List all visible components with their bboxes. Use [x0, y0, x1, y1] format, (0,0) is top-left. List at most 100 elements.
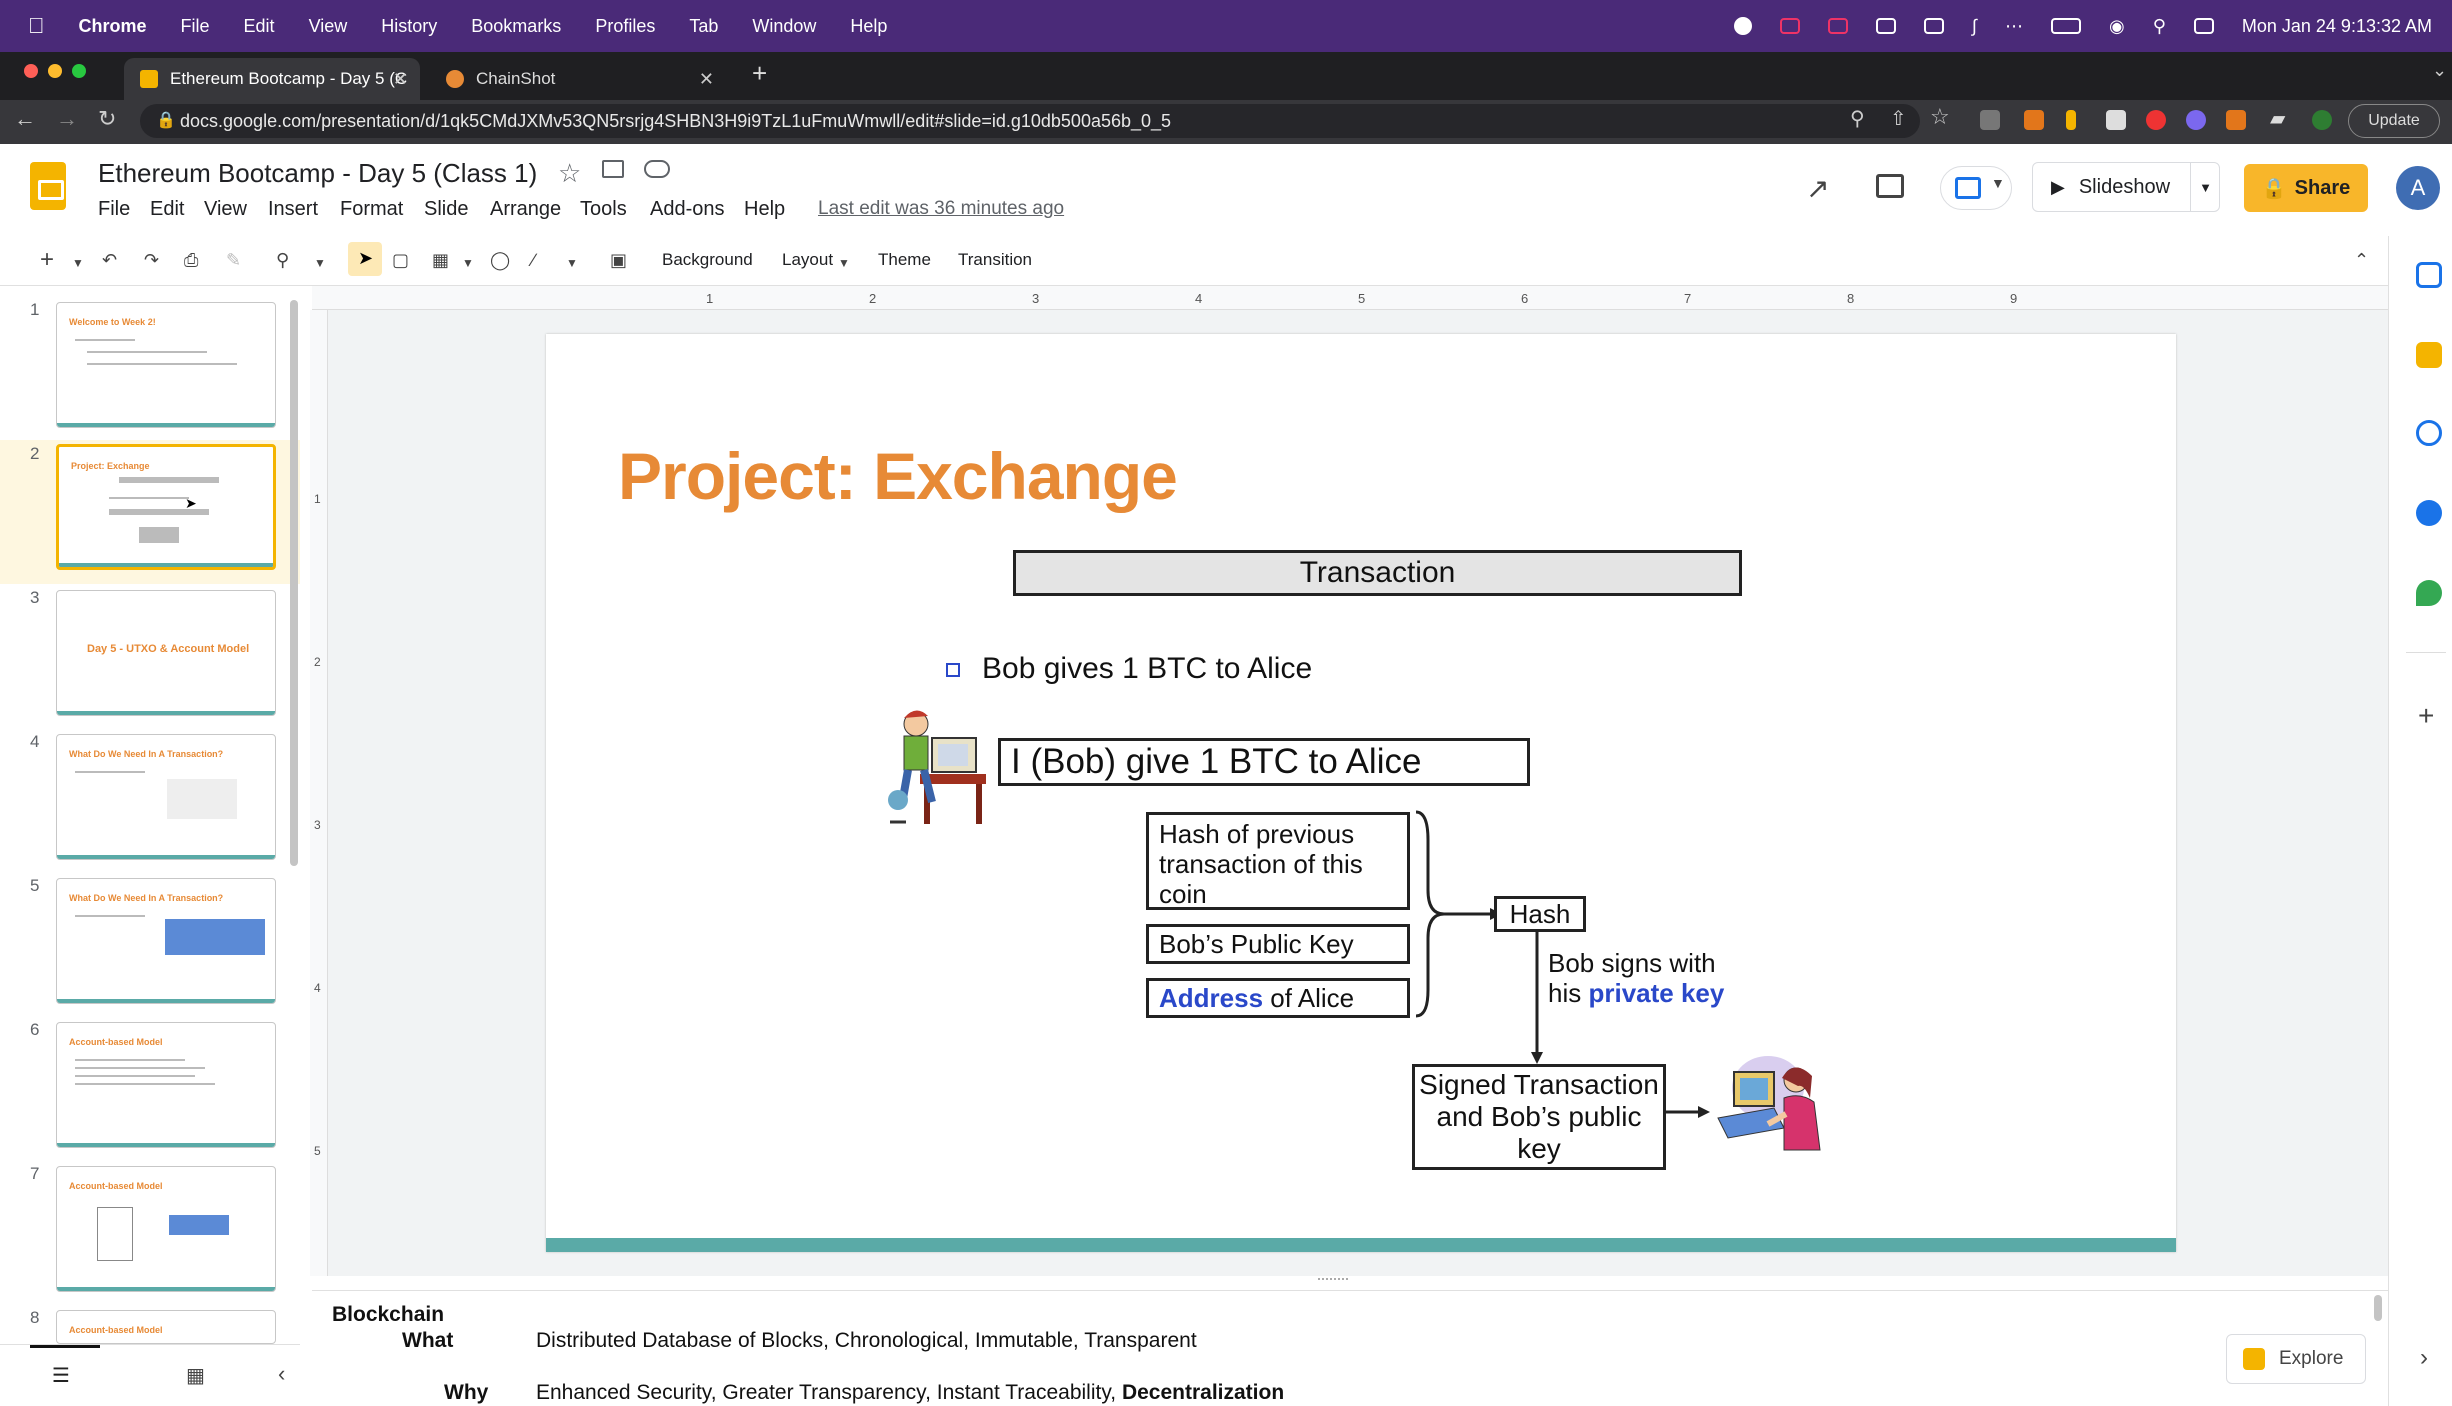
- bob-computer-clipart[interactable]: [880, 704, 990, 826]
- activity-icon[interactable]: ↗: [1806, 172, 1829, 205]
- profile-icon[interactable]: [2312, 110, 2332, 130]
- hash-previous-box[interactable]: Hash of previous transaction of this coi…: [1146, 812, 1410, 910]
- menu-edit[interactable]: Edit: [150, 198, 184, 221]
- wifi-icon[interactable]: ◉: [2109, 16, 2125, 37]
- filmstrip-view-icon[interactable]: ☰: [52, 1363, 70, 1388]
- tab-slides[interactable]: Ethereum Bootcamp - Day 5 (C ✕: [124, 58, 420, 100]
- screen-icon[interactable]: [1828, 18, 1849, 34]
- collapse-panel-icon[interactable]: ‹: [278, 1361, 285, 1387]
- extension-orange-icon[interactable]: [2226, 110, 2246, 130]
- metamask-icon[interactable]: [2024, 110, 2044, 130]
- close-tab-icon[interactable]: ✕: [699, 69, 714, 90]
- bookmark-star-icon[interactable]: ☆: [1930, 104, 1950, 130]
- dots-icon[interactable]: ⋯: [2005, 16, 2023, 37]
- cloud-status-icon[interactable]: [644, 160, 670, 178]
- clock[interactable]: Mon Jan 24 9:13:32 AM: [2242, 16, 2432, 37]
- bob-statement-box[interactable]: I (Bob) give 1 BTC to Alice: [998, 738, 1530, 786]
- url-input[interactable]: 🔒 docs.google.com/presentation/d/1qk5CMd…: [140, 104, 1920, 138]
- bluetooth-icon[interactable]: ∫: [1972, 16, 1977, 37]
- slides-logo-icon[interactable]: [30, 162, 66, 210]
- slide-thumbnail[interactable]: Account-based Model: [56, 1310, 276, 1344]
- layout-chevron-icon[interactable]: ▼: [838, 256, 850, 270]
- zoom-icon[interactable]: ⚲: [1850, 106, 1865, 131]
- horizontal-ruler[interactable]: [312, 286, 2388, 310]
- menu-view[interactable]: View: [204, 198, 247, 221]
- comments-icon[interactable]: [1876, 174, 1904, 198]
- share-button[interactable]: 🔒 Share: [2244, 164, 2368, 212]
- image-chevron-icon[interactable]: ▼: [462, 256, 474, 270]
- theme-button[interactable]: Theme: [878, 250, 931, 270]
- slide-thumbnail[interactable]: What Do We Need In A Transaction?: [56, 734, 276, 860]
- layout-button[interactable]: Layout: [782, 250, 833, 270]
- slideshow-button[interactable]: ▶ Slideshow ▼: [2032, 162, 2220, 212]
- forward-icon[interactable]: →: [56, 106, 78, 132]
- line-chevron-icon[interactable]: ▼: [566, 256, 578, 270]
- close-tab-icon[interactable]: ✕: [393, 69, 408, 90]
- contacts-icon[interactable]: [2416, 500, 2442, 526]
- image-icon[interactable]: ▦: [432, 250, 449, 271]
- close-window-button[interactable]: [24, 64, 38, 78]
- menu-insert[interactable]: Insert: [268, 198, 318, 221]
- extension-block-icon[interactable]: [2106, 110, 2126, 130]
- menu-format[interactable]: Format: [340, 198, 403, 221]
- textbox-icon[interactable]: ▢: [392, 250, 409, 271]
- menu-file[interactable]: File: [181, 16, 210, 37]
- slide-thumbnail[interactable]: Account-based Model: [56, 1166, 276, 1292]
- calendar-icon[interactable]: [1780, 18, 1801, 34]
- menu-tools[interactable]: Tools: [580, 198, 627, 221]
- shape-icon[interactable]: ◯: [490, 250, 510, 271]
- calendar-icon[interactable]: [2416, 262, 2442, 288]
- reload-icon[interactable]: ↻: [98, 106, 116, 132]
- add-addon-icon[interactable]: +: [2418, 700, 2434, 732]
- bob-signs-text[interactable]: Bob signs with his private key: [1548, 948, 1724, 1008]
- speaker-notes[interactable]: Blockchain What Distributed Database of …: [312, 1290, 2388, 1406]
- public-key-box[interactable]: Bob’s Public Key: [1146, 924, 1410, 964]
- slide[interactable]: Project: Exchange Transaction Bob gives …: [546, 334, 2176, 1252]
- paint-format-icon[interactable]: ✎: [226, 250, 241, 271]
- slide-thumbnail[interactable]: Welcome to Week 2!: [56, 302, 276, 428]
- battery-icon[interactable]: [2050, 18, 2081, 34]
- maximize-window-button[interactable]: [72, 64, 86, 78]
- menu-edit[interactable]: Edit: [244, 16, 275, 37]
- menu-profiles[interactable]: Profiles: [595, 16, 655, 37]
- comment-add-icon[interactable]: ▣: [610, 250, 627, 271]
- expand-side-panel-icon[interactable]: ›: [2420, 1344, 2428, 1372]
- tasks-icon[interactable]: [2416, 420, 2442, 446]
- menu-window[interactable]: Window: [752, 16, 816, 37]
- keep-icon[interactable]: [2416, 342, 2442, 368]
- menu-help[interactable]: Help: [744, 198, 785, 221]
- address-box[interactable]: Address of Alice: [1146, 978, 1410, 1018]
- filmstrip-scrollbar[interactable]: [290, 300, 298, 866]
- menu-history[interactable]: History: [381, 16, 437, 37]
- hash-box[interactable]: Hash: [1494, 896, 1586, 932]
- display-icon[interactable]: [1924, 18, 1945, 34]
- select-tool-button[interactable]: ➤: [348, 242, 382, 276]
- puzzle-icon[interactable]: ▰: [2270, 106, 2285, 131]
- new-tab-icon[interactable]: +: [752, 58, 767, 89]
- maps-icon[interactable]: [2416, 580, 2442, 606]
- menu-arrange[interactable]: Arrange: [490, 198, 561, 221]
- zoom-chevron-icon[interactable]: ▼: [314, 256, 326, 270]
- signed-transaction-box[interactable]: Signed Transaction and Bob’s public key: [1412, 1064, 1666, 1170]
- undo-icon[interactable]: ↶: [102, 250, 117, 271]
- slide-thumbnail[interactable]: What Do We Need In A Transaction?: [56, 878, 276, 1004]
- zoom-icon[interactable]: ⚲: [276, 250, 289, 271]
- menu-app-name[interactable]: Chrome: [79, 16, 147, 37]
- menu-help[interactable]: Help: [850, 16, 887, 37]
- transition-button[interactable]: Transition: [958, 250, 1032, 270]
- new-slide-icon[interactable]: +: [40, 246, 54, 274]
- account-avatar[interactable]: A: [2396, 166, 2440, 210]
- background-button[interactable]: Background: [662, 250, 753, 270]
- redo-icon[interactable]: ↷: [144, 250, 159, 271]
- cloud-icon[interactable]: [1876, 18, 1897, 34]
- extension-grid-icon[interactable]: [1980, 110, 2000, 130]
- slide-title[interactable]: Project: Exchange: [618, 438, 1178, 514]
- minimize-window-button[interactable]: [48, 64, 62, 78]
- print-icon[interactable]: ⎙: [184, 250, 198, 271]
- extension-purple-icon[interactable]: [2186, 110, 2206, 130]
- menu-slide[interactable]: Slide: [424, 198, 468, 221]
- control-center-icon[interactable]: [2193, 18, 2214, 34]
- slideshow-options-chevron-icon[interactable]: ▼: [2190, 163, 2220, 211]
- slide-thumbnail[interactable]: Account-based Model: [56, 1022, 276, 1148]
- menu-file[interactable]: File: [98, 198, 130, 221]
